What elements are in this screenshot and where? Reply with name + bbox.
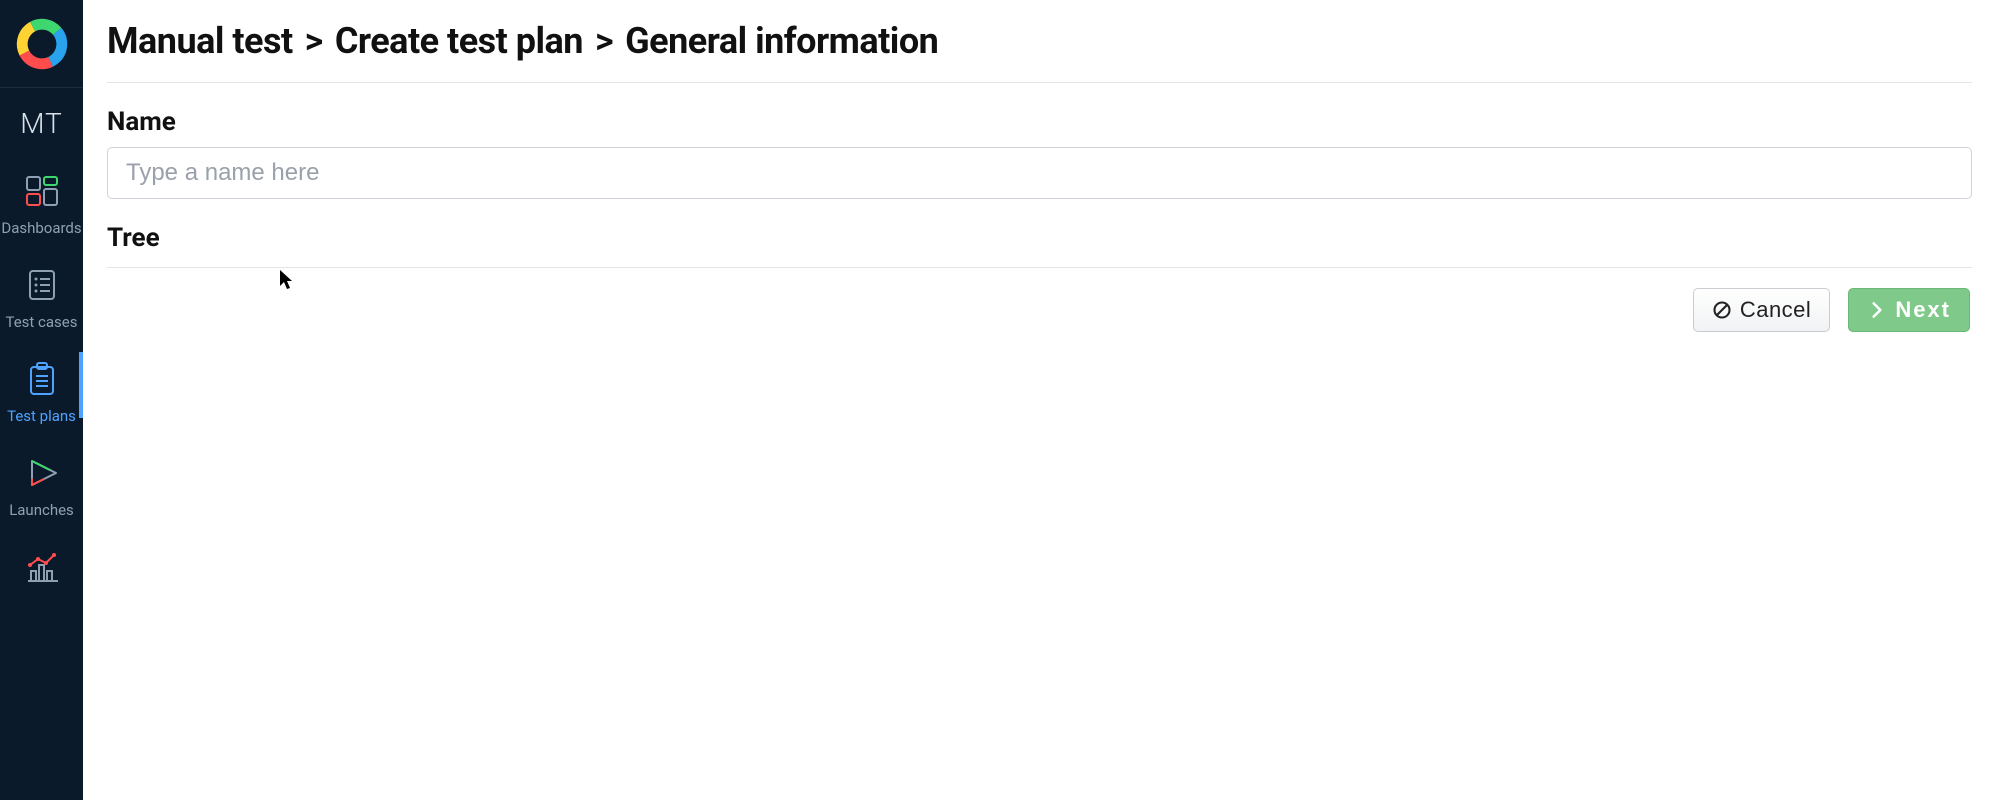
breadcrumb-separator: > <box>595 20 613 62</box>
mouse-cursor-icon <box>280 270 296 290</box>
sidebar-item-launches[interactable]: Launches <box>0 440 83 534</box>
sidebar: MT Dashboards Test cases <box>0 0 83 800</box>
cancel-button[interactable]: Cancel <box>1693 288 1830 332</box>
breadcrumb: Manual test > Create test plan > General… <box>107 20 1972 62</box>
name-label: Name <box>107 107 1972 137</box>
name-input[interactable] <box>107 147 1972 199</box>
test-plans-icon <box>22 361 62 397</box>
breadcrumb-separator: > <box>305 20 323 62</box>
sidebar-item-test-plans[interactable]: Test plans <box>0 346 83 440</box>
sidebar-item-analytics[interactable] <box>0 534 83 604</box>
breadcrumb-part[interactable]: Manual test <box>107 20 293 62</box>
project-code: MT <box>20 107 63 140</box>
launches-icon <box>22 455 62 491</box>
next-button-label: Next <box>1895 297 1951 323</box>
tree-label: Tree <box>107 223 1972 253</box>
sidebar-item-label: Test plans <box>7 407 76 425</box>
sidebar-item-test-cases[interactable]: Test cases <box>0 252 83 346</box>
action-bar: Cancel Next <box>107 288 1972 332</box>
breadcrumb-part: General information <box>625 20 938 62</box>
app-logo[interactable] <box>0 0 83 88</box>
next-button[interactable]: Next <box>1848 288 1970 332</box>
logo-ring-icon <box>15 17 69 71</box>
project-badge[interactable]: MT <box>0 88 83 158</box>
sidebar-item-dashboards[interactable]: Dashboards <box>0 158 83 252</box>
test-cases-icon <box>22 267 62 303</box>
sidebar-item-label: Dashboards <box>1 219 81 237</box>
sidebar-item-label: Test cases <box>6 313 78 331</box>
cancel-icon <box>1712 300 1732 320</box>
chevron-right-icon <box>1867 300 1887 320</box>
analytics-icon <box>22 551 62 587</box>
cancel-button-label: Cancel <box>1740 297 1811 323</box>
header-divider <box>107 82 1972 83</box>
breadcrumb-part[interactable]: Create test plan <box>335 20 583 62</box>
sidebar-item-label: Launches <box>9 501 74 519</box>
main-content: Manual test > Create test plan > General… <box>83 0 2000 800</box>
tree-divider <box>107 267 1972 268</box>
dashboards-icon <box>22 173 62 209</box>
